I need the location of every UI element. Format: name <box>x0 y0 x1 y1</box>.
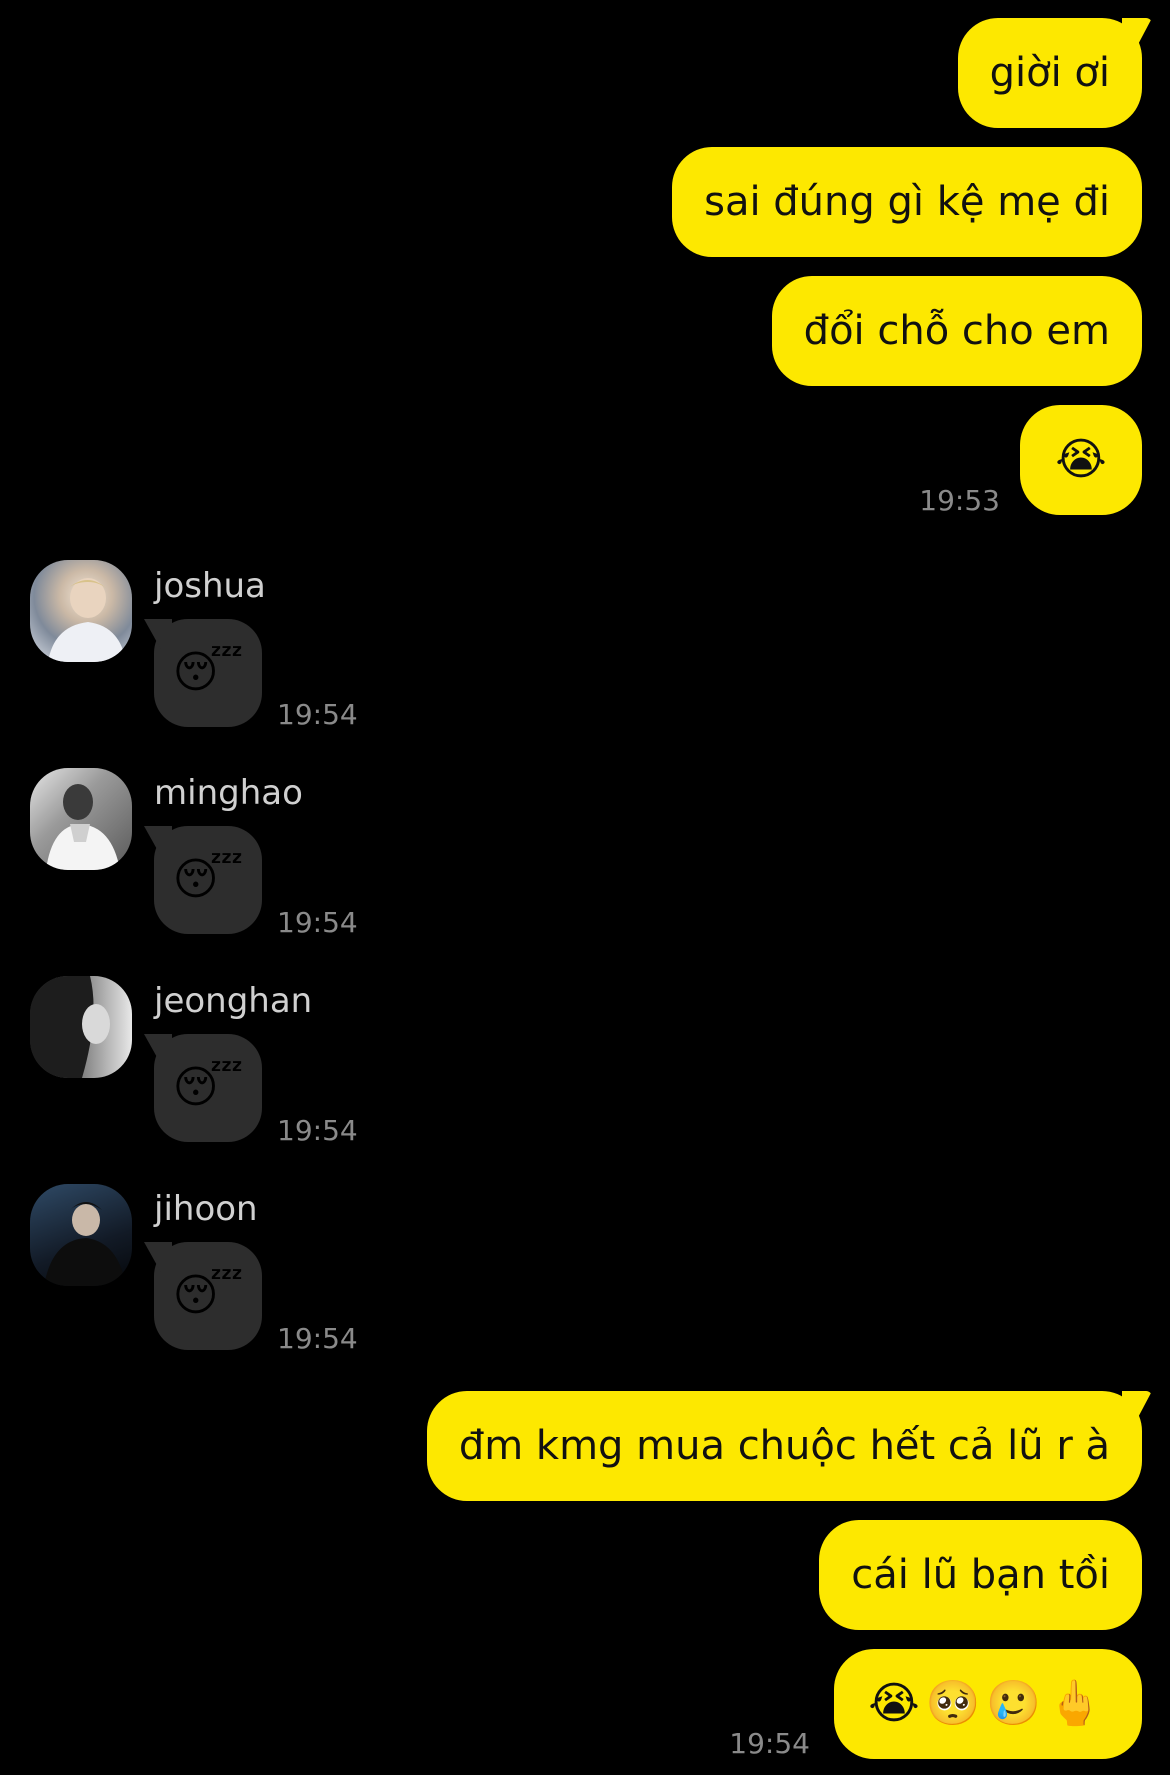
incoming-emoji-message[interactable]: 😴 <box>154 1034 262 1142</box>
avatar-minghao-icon[interactable] <box>30 768 132 870</box>
outgoing-message[interactable]: đổi chỗ cho em <box>771 276 1142 386</box>
outgoing-message[interactable]: sai đúng gì kệ mẹ đi <box>672 147 1142 257</box>
outgoing-message[interactable]: giời ơi <box>957 18 1142 128</box>
chat-area: giời ơi sai đúng gì kệ mẹ đi đổi chỗ cho… <box>0 0 1170 1775</box>
outgoing-message[interactable]: cái lũ bạn tồi <box>819 1520 1142 1630</box>
sender-name: joshua <box>154 566 266 606</box>
outgoing-message[interactable]: đm kmg mua chuộc hết cả lũ r à <box>426 1391 1142 1501</box>
outgoing-emoji-message[interactable]: 😭 <box>1020 405 1142 515</box>
sender-name: jihoon <box>154 1189 258 1229</box>
incoming-emoji-message[interactable]: 😴 <box>154 1242 262 1350</box>
message-timestamp: 19:54 <box>729 1727 810 1760</box>
message-timestamp: 19:53 <box>919 484 1000 517</box>
avatar-jihoon-icon[interactable] <box>30 1184 132 1286</box>
message-timestamp: 19:54 <box>277 1114 358 1147</box>
avatar-jeonghan-icon[interactable] <box>30 976 132 1078</box>
sender-name: jeonghan <box>154 981 313 1021</box>
avatar-joshua-icon[interactable] <box>30 560 132 662</box>
incoming-emoji-message[interactable]: 😴 <box>154 826 262 934</box>
incoming-emoji-message[interactable]: 😴 <box>154 619 262 727</box>
message-timestamp: 19:54 <box>277 906 358 939</box>
message-timestamp: 19:54 <box>277 1322 358 1355</box>
sender-name: minghao <box>154 773 303 813</box>
outgoing-emoji-message[interactable]: 😭🥺🥲🖕 <box>834 1649 1142 1759</box>
message-timestamp: 19:54 <box>277 698 358 731</box>
